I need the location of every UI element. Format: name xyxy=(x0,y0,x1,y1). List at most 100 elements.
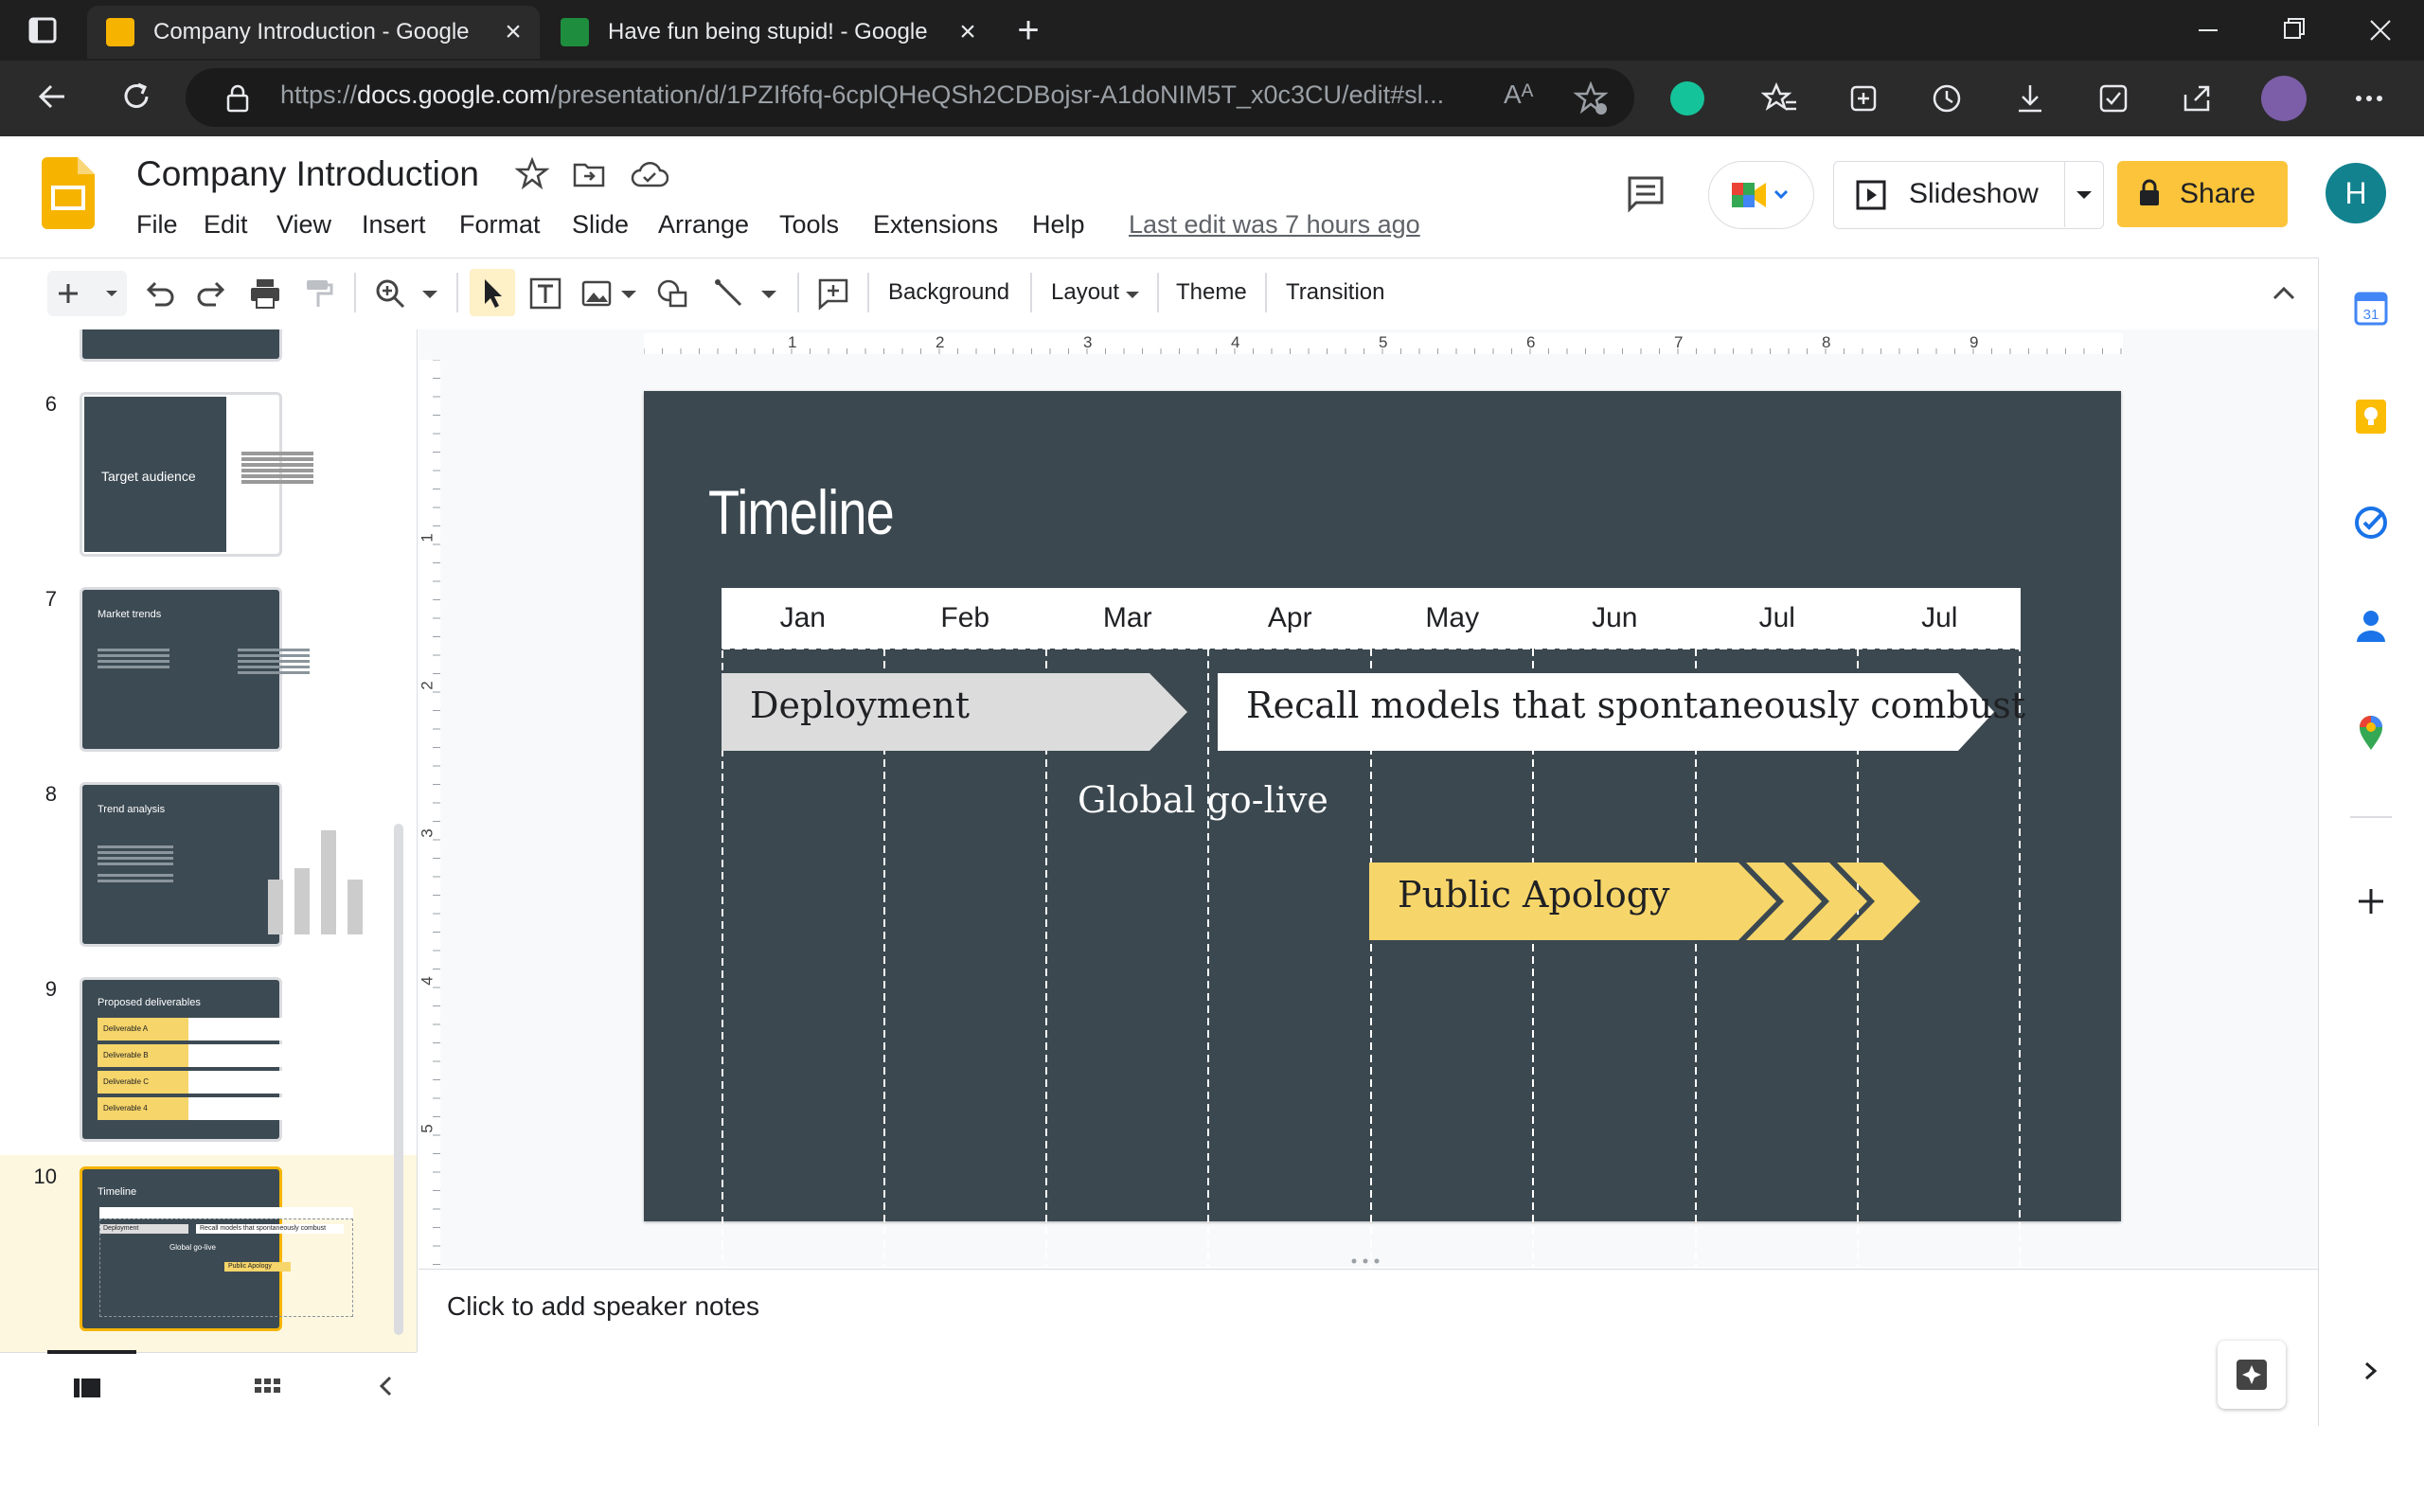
toolbar-divider xyxy=(797,273,799,312)
meet-button[interactable] xyxy=(1708,161,1814,229)
menu-arrange[interactable]: Arrange xyxy=(658,210,749,240)
keep-icon[interactable] xyxy=(2354,398,2388,436)
thumb-row-tag: Deliverable B xyxy=(98,1044,188,1067)
new-slide-button[interactable] xyxy=(47,271,127,316)
new-tab-icon[interactable]: + xyxy=(1009,11,1047,49)
show-side-panel-icon[interactable] xyxy=(2358,1354,2384,1388)
grammarly-icon[interactable] xyxy=(1670,81,1704,116)
collapse-filmstrip-icon[interactable] xyxy=(369,1369,403,1403)
menu-tools[interactable]: Tools xyxy=(779,210,839,240)
filmstrip-view-icon[interactable] xyxy=(70,1371,104,1405)
slides-logo-icon[interactable] xyxy=(42,157,95,229)
month-label: Jun xyxy=(1592,602,1638,633)
menu-format[interactable]: Format xyxy=(459,210,541,240)
read-aloud-icon[interactable]: Aᴬ xyxy=(1504,80,1533,110)
thumb-title: Trend analysis xyxy=(98,804,166,815)
slide-thumbnail-9[interactable]: Proposed deliverables Deliverable A Deli… xyxy=(80,977,355,1142)
star-icon[interactable] xyxy=(515,157,549,191)
speaker-notes-placeholder[interactable]: Click to add speaker notes xyxy=(447,1291,759,1322)
get-addons-icon[interactable] xyxy=(2354,884,2388,918)
slide-thumbnail-7[interactable]: Market trends xyxy=(80,587,310,752)
comments-icon[interactable] xyxy=(1625,172,1666,214)
back-icon[interactable] xyxy=(34,78,72,116)
print-icon[interactable] xyxy=(246,275,284,312)
explore-button[interactable] xyxy=(2218,1341,2286,1409)
slide-thumbnail-6[interactable]: Target audience xyxy=(80,392,313,557)
thumb-body-text xyxy=(238,649,310,651)
cloud-saved-icon[interactable] xyxy=(631,159,668,191)
close-tab-icon[interactable]: × xyxy=(494,13,532,51)
calendar-icon[interactable]: 31 xyxy=(2352,290,2390,328)
ruler-label: 6 xyxy=(1526,333,1536,351)
slide-thumbnail-10[interactable]: Timeline Deployment Recall models that s… xyxy=(80,1166,353,1331)
slide-title[interactable]: Timeline xyxy=(708,476,895,548)
menu-edit[interactable]: Edit xyxy=(204,210,248,240)
favorites-icon[interactable] xyxy=(1761,80,1799,117)
share-page-icon[interactable] xyxy=(2178,80,2216,117)
zoom-icon[interactable] xyxy=(371,275,409,312)
text-box-icon[interactable] xyxy=(526,275,564,312)
maps-icon[interactable] xyxy=(2356,714,2386,752)
browser-menu-icon[interactable] xyxy=(2350,80,2388,117)
month-header-bar[interactable]: Jan Feb Mar Apr May Jun Jul Jul xyxy=(722,588,2021,649)
refresh-icon[interactable] xyxy=(117,78,155,116)
svg-text:31: 31 xyxy=(2363,307,2379,323)
select-tool-icon[interactable] xyxy=(470,269,515,316)
downloads-icon[interactable] xyxy=(2011,80,2049,117)
collections-icon[interactable] xyxy=(1845,80,1882,117)
filmstrip-scrollbar[interactable] xyxy=(394,824,403,1335)
url-text[interactable]: https://docs.google.com/presentation/d/1… xyxy=(280,80,1444,110)
zoom-dropdown-icon[interactable] xyxy=(413,275,447,312)
layout-dropdown-icon[interactable] xyxy=(1123,286,1142,305)
close-tab-icon[interactable]: × xyxy=(949,13,987,51)
profile-avatar[interactable] xyxy=(2261,76,2307,121)
golive-label[interactable]: Global go-live xyxy=(1078,779,1328,821)
tab-company-introduction[interactable]: Company Introduction - Google × xyxy=(87,6,540,59)
menu-insert[interactable]: Insert xyxy=(362,210,426,240)
background-button[interactable]: Background xyxy=(888,279,1009,306)
paint-format-icon[interactable] xyxy=(299,275,337,312)
slide-thumbnail-5[interactable] xyxy=(80,329,282,362)
minimize-icon[interactable] xyxy=(2189,13,2227,47)
account-avatar[interactable]: H xyxy=(2326,163,2386,223)
document-title[interactable]: Company Introduction xyxy=(136,154,479,194)
menu-file[interactable]: File xyxy=(136,210,178,240)
notes-resize-handle[interactable] xyxy=(1346,1257,1384,1265)
undo-icon[interactable] xyxy=(140,275,178,312)
move-folder-icon[interactable] xyxy=(572,157,606,191)
image-icon[interactable] xyxy=(578,275,615,312)
math-solver-icon[interactable] xyxy=(2094,80,2132,117)
ruler-label: 5 xyxy=(418,1124,437,1133)
add-comment-icon[interactable] xyxy=(814,275,852,312)
menu-help[interactable]: Help xyxy=(1032,210,1085,240)
add-favorite-icon[interactable] xyxy=(1572,80,1610,117)
month-label: Jul xyxy=(1758,602,1795,633)
menu-slide[interactable]: Slide xyxy=(572,210,629,240)
collapse-toolbar-icon[interactable] xyxy=(2267,276,2301,311)
slide-thumbnail-8[interactable]: Trend analysis xyxy=(80,782,363,947)
close-window-icon[interactable] xyxy=(2362,13,2399,47)
history-icon[interactable] xyxy=(1928,80,1966,117)
contacts-icon[interactable] xyxy=(2354,608,2388,646)
layout-button[interactable]: Layout xyxy=(1051,279,1119,306)
filmstrip-footer xyxy=(0,1352,417,1427)
grid-view-icon[interactable] xyxy=(250,1371,284,1405)
menu-view[interactable]: View xyxy=(276,210,331,240)
tasks-icon[interactable] xyxy=(2352,504,2390,542)
ruler-label: 1 xyxy=(788,333,797,351)
slideshow-dropdown-icon[interactable] xyxy=(2064,161,2103,227)
lock-icon[interactable] xyxy=(223,83,252,114)
image-dropdown-icon[interactable] xyxy=(614,275,644,312)
line-icon[interactable] xyxy=(710,275,748,312)
last-edit-link[interactable]: Last edit was 7 hours ago xyxy=(1129,210,1420,240)
redo-icon[interactable] xyxy=(193,275,231,312)
menu-extensions[interactable]: Extensions xyxy=(873,210,998,240)
line-dropdown-icon[interactable] xyxy=(754,275,784,312)
theme-button[interactable]: Theme xyxy=(1176,279,1247,306)
slide-canvas[interactable]: Timeline Jan Feb Mar Apr May Jun Jul Jul… xyxy=(644,391,2121,1511)
tab-have-fun[interactable]: Have fun being stupid! - Google × xyxy=(542,6,994,59)
transition-button[interactable]: Transition xyxy=(1286,279,1384,306)
tab-actions-icon[interactable] xyxy=(27,13,61,47)
shape-icon[interactable] xyxy=(653,275,691,312)
restore-icon[interactable] xyxy=(2274,13,2312,47)
